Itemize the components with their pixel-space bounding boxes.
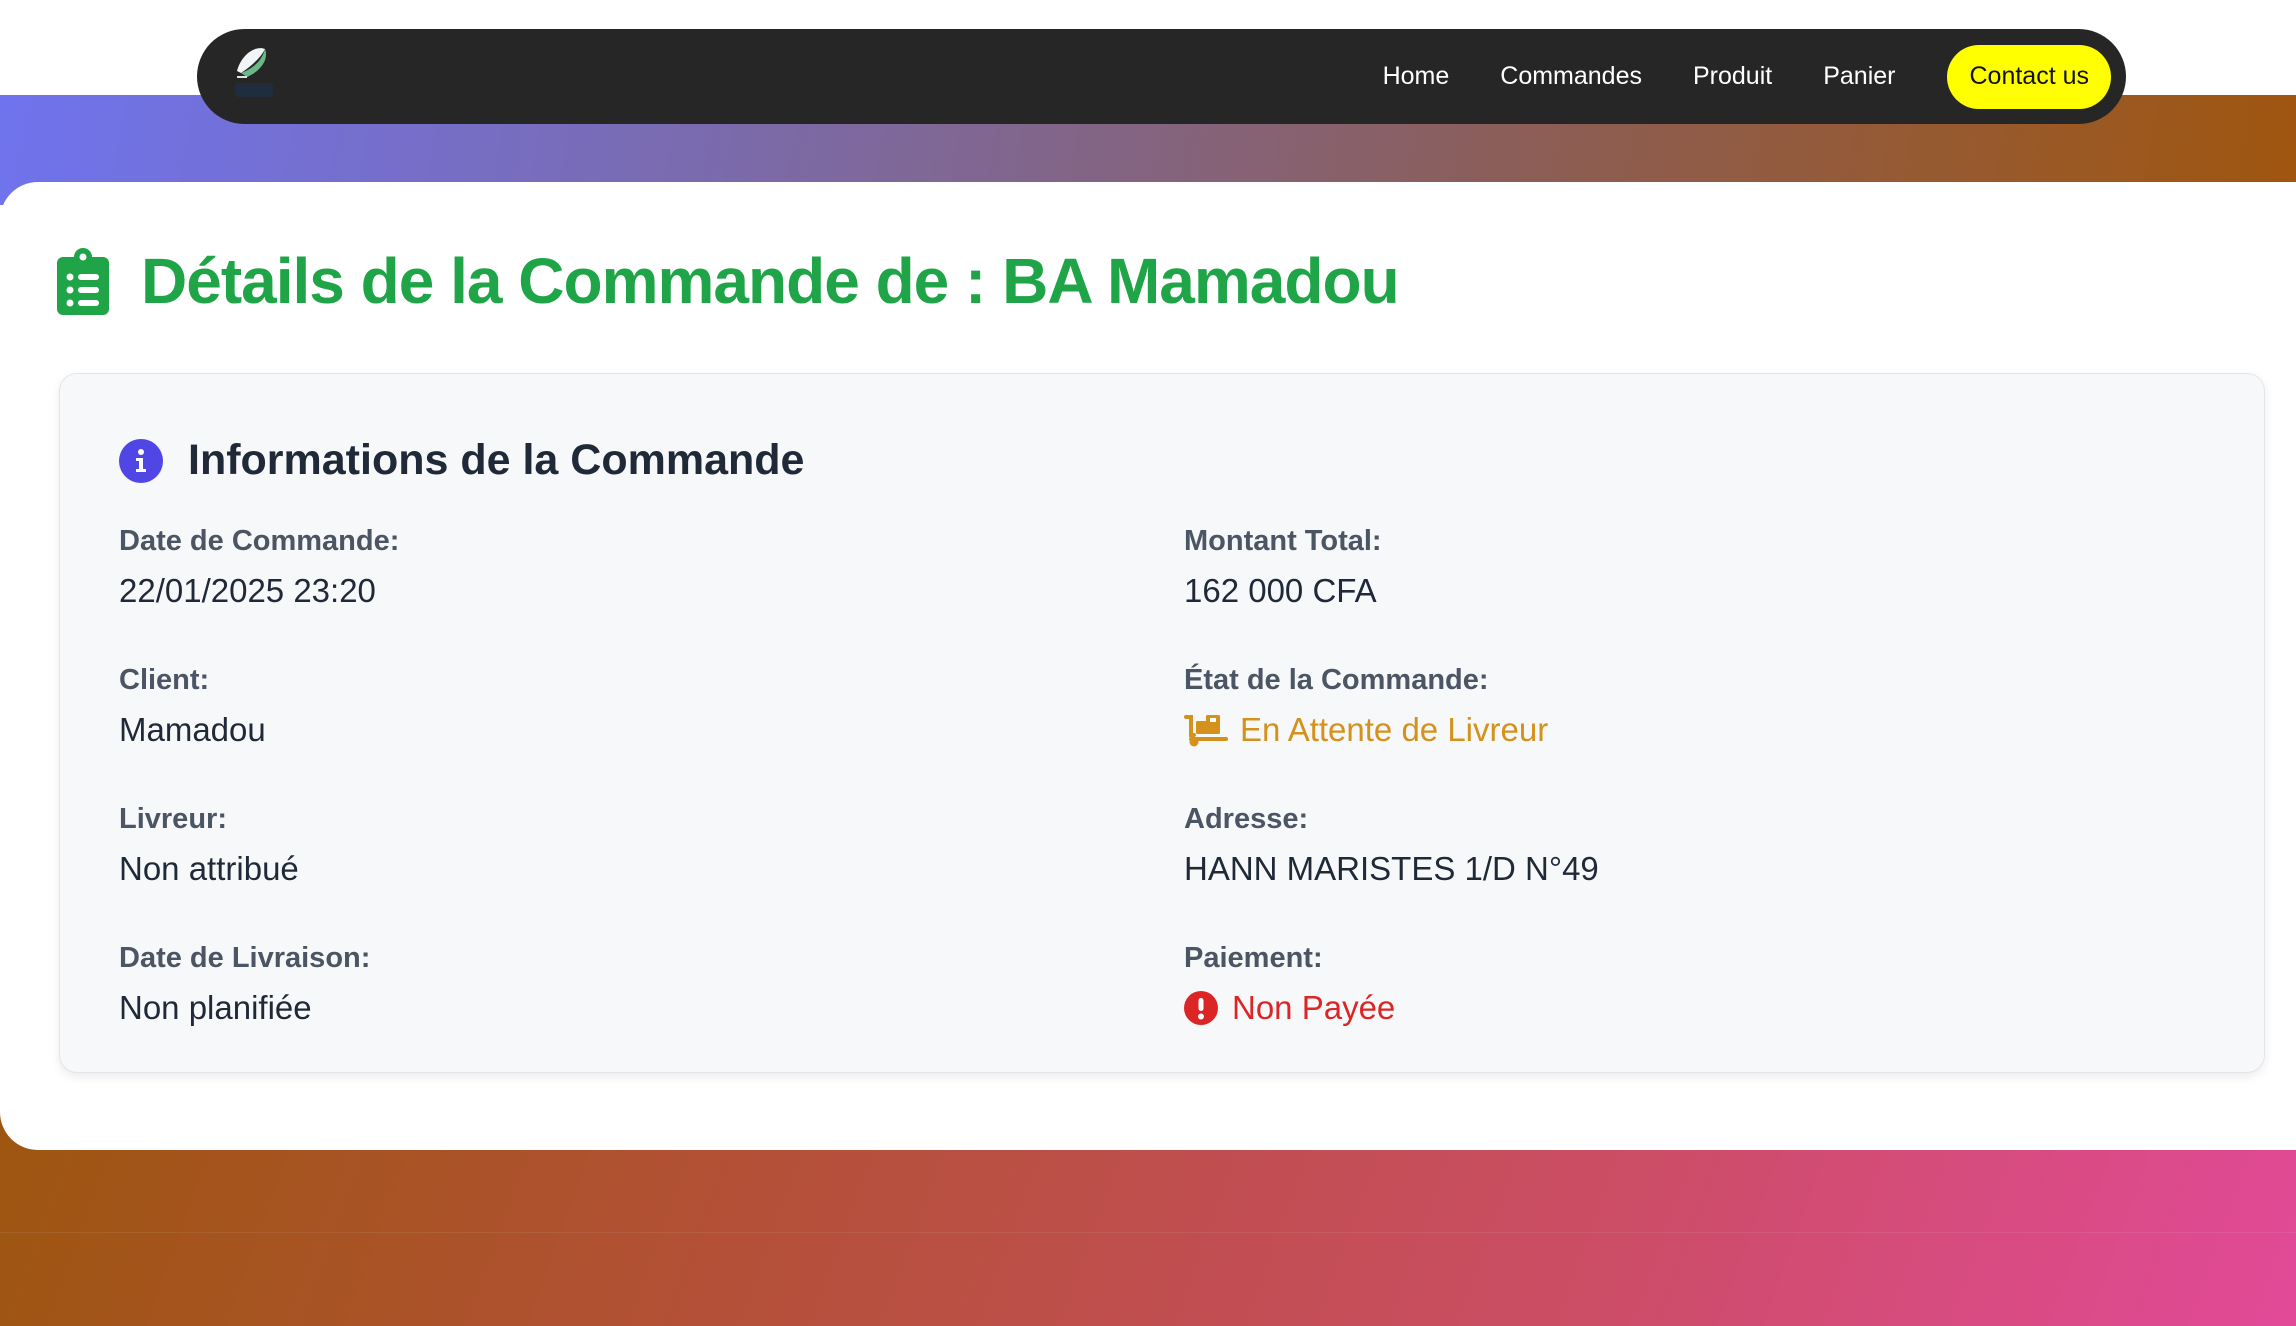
field-label: Paiement:	[1184, 942, 1323, 974]
panel-title: Informations de la Commande	[188, 436, 805, 484]
page-title: Détails de la Commande de : BA Mamadou	[141, 245, 1400, 317]
field-label: Livreur:	[119, 803, 227, 835]
status-text: En Attente de Livreur	[1240, 711, 1549, 748]
nav-commandes[interactable]: Commandes	[1500, 62, 1642, 91]
field-value: 162 000 CFA	[1184, 572, 1377, 609]
logo-icon[interactable]	[233, 43, 279, 103]
exclamation-circle-icon	[1184, 991, 1218, 1025]
order-details-card: Détails de la Commande de : BA Mamadou I…	[0, 182, 2296, 1150]
panel-header: Informations de la Commande	[119, 436, 804, 485]
field-paiement: Paiement: Non Payée	[1184, 942, 1395, 1027]
status-value: En Attente de Livreur	[1184, 711, 1548, 749]
nav-home[interactable]: Home	[1383, 62, 1450, 91]
page: Home Commandes Produit Panier Contact us…	[0, 0, 2296, 1326]
field-label: Adresse:	[1184, 803, 1309, 835]
field-montant-total: Montant Total: 162 000 CFA	[1184, 525, 1382, 610]
nav-panier[interactable]: Panier	[1823, 62, 1895, 91]
nav-produit[interactable]: Produit	[1693, 62, 1772, 91]
order-info-panel: Informations de la Commande Date de Comm…	[59, 373, 2265, 1073]
field-label: État de la Commande:	[1184, 664, 1489, 696]
field-label: Date de Livraison:	[119, 942, 371, 974]
field-label: Date de Commande:	[119, 525, 400, 557]
contact-button[interactable]: Contact us	[1947, 44, 2111, 109]
field-label: Montant Total:	[1184, 525, 1382, 557]
field-label: Client:	[119, 664, 210, 696]
field-value: Mamadou	[119, 711, 266, 748]
info-circle-icon	[119, 438, 163, 483]
divider	[0, 1232, 2296, 1233]
clipboard-list-icon	[57, 248, 109, 315]
field-livreur: Livreur: Non attribué	[119, 803, 299, 888]
payment-text: Non Payée	[1232, 989, 1396, 1026]
field-adresse: Adresse: HANN MARISTES 1/D N°49	[1184, 803, 1599, 888]
field-value: Non attribué	[119, 850, 299, 887]
dolly-icon	[1184, 715, 1228, 747]
nav-links: Home Commandes Produit Panier Contact us	[1383, 29, 2111, 124]
field-date-commande: Date de Commande: 22/01/2025 23:20	[119, 525, 399, 610]
payment-value: Non Payée	[1184, 989, 1395, 1027]
navbar: Home Commandes Produit Panier Contact us	[197, 29, 2126, 124]
page-title-row: Détails de la Commande de : BA Mamadou	[57, 244, 1400, 318]
field-etat-commande: État de la Commande: En Attente de Livre…	[1184, 664, 1548, 749]
field-value: HANN MARISTES 1/D N°49	[1184, 850, 1599, 887]
field-value: 22/01/2025 23:20	[119, 572, 376, 609]
field-client: Client: Mamadou	[119, 664, 266, 749]
field-date-livraison: Date de Livraison: Non planifiée	[119, 942, 370, 1027]
field-value: Non planifiée	[119, 989, 312, 1026]
